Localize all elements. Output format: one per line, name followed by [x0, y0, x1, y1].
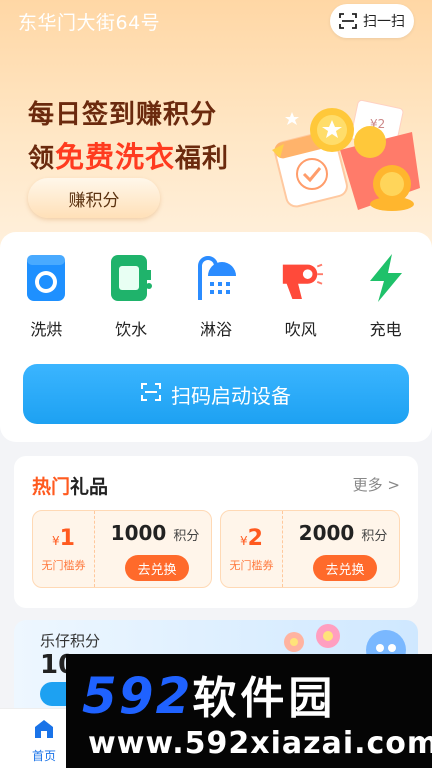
category-label: 充电 [369, 320, 402, 339]
scan-top-label: 扫一扫 [363, 14, 405, 30]
category-wash-dry[interactable]: 洗烘 [11, 252, 81, 340]
banner-line1: 每日签到赚积分 [28, 100, 218, 130]
scan-start-device-button[interactable]: 扫码启动设备 [23, 364, 409, 424]
coupon-card[interactable]: ¥2 无门槛券 2000 积分 去兑换 [220, 510, 400, 588]
coupon-amount: ¥1 [52, 525, 75, 551]
section-title-part1: 热门 [32, 476, 71, 498]
section-title-part2: 礼品 [70, 476, 109, 498]
section-title: 热门礼品 [32, 472, 108, 499]
washing-machine-icon [24, 252, 68, 304]
checkin-illustration: ¥2 [262, 92, 422, 222]
app-screen: 东华门大街64号 扫一扫 每日签到赚积分 领免费洗衣福利 赚积分 ¥2 洗烘 饮… [0, 0, 432, 768]
scan-start-label: 扫码启动设备 [171, 383, 291, 408]
banner-line2-suffix: 福利 [175, 144, 230, 174]
coupon-value: ¥2 无门槛券 [221, 511, 283, 587]
lightning-icon [364, 252, 408, 304]
hair-dryer-icon [279, 252, 323, 304]
points-title: 乐仔积分 [40, 632, 101, 650]
banner-line2: 领免费洗衣福利 [28, 134, 229, 176]
service-card: 洗烘 饮水 淋浴 吹风 充电 扫码启动设备 [0, 232, 432, 442]
shower-icon [194, 252, 238, 304]
category-shower[interactable]: 淋浴 [181, 252, 251, 340]
coupon-condition: 无门槛券 [229, 558, 274, 572]
watermark-url: www.592xiazai.com [88, 726, 432, 761]
coupon-amount: ¥2 [240, 525, 263, 551]
category-label: 饮水 [115, 320, 148, 339]
category-hair-dryer[interactable]: 吹风 [266, 252, 336, 340]
more-link[interactable]: 更多 > [353, 474, 400, 495]
scan-top-button[interactable]: 扫一扫 [330, 4, 414, 38]
hero-banner[interactable]: 东华门大街64号 扫一扫 每日签到赚积分 领免费洗衣福利 赚积分 ¥2 [0, 0, 432, 250]
banner-line2-prefix: 领 [28, 144, 56, 174]
category-drinking-water[interactable]: 饮水 [96, 252, 166, 340]
earn-points-button[interactable]: 赚积分 [28, 178, 160, 218]
location-label[interactable]: 东华门大街64号 [18, 8, 160, 35]
category-charging[interactable]: 充电 [351, 252, 421, 340]
nav-home-label: 首页 [31, 749, 56, 763]
nav-home[interactable]: 首页 [22, 719, 66, 764]
coupon-points: 1000 积分 [110, 521, 200, 545]
watermark-logo: 592软件园 [82, 667, 337, 725]
category-label: 淋浴 [199, 320, 232, 339]
redeem-button[interactable]: 去兑换 [313, 555, 377, 581]
scan-icon [141, 382, 161, 406]
home-icon [33, 719, 55, 743]
category-row: 洗烘 饮水 淋浴 吹风 充电 [0, 252, 432, 340]
coupon-value: ¥1 无门槛券 [33, 511, 95, 587]
banner-line2-highlight: 免费洗衣 [55, 140, 176, 174]
coupon-condition: 无门槛券 [41, 558, 86, 572]
redeem-button[interactable]: 去兑换 [125, 555, 189, 581]
hot-gifts-section: 热门礼品 更多 > ¥1 无门槛券 1000 积分 去兑换 ¥2 无门槛券 20… [14, 456, 418, 608]
category-label: 洗烘 [30, 320, 63, 339]
scan-icon [339, 13, 357, 29]
watermark-overlay: 592软件园 www.592xiazai.com [66, 654, 432, 768]
category-label: 吹风 [284, 320, 317, 339]
coupon-card[interactable]: ¥1 无门槛券 1000 积分 去兑换 [32, 510, 212, 588]
water-dispenser-icon [109, 252, 153, 304]
coupon-points: 2000 积分 [298, 521, 388, 545]
